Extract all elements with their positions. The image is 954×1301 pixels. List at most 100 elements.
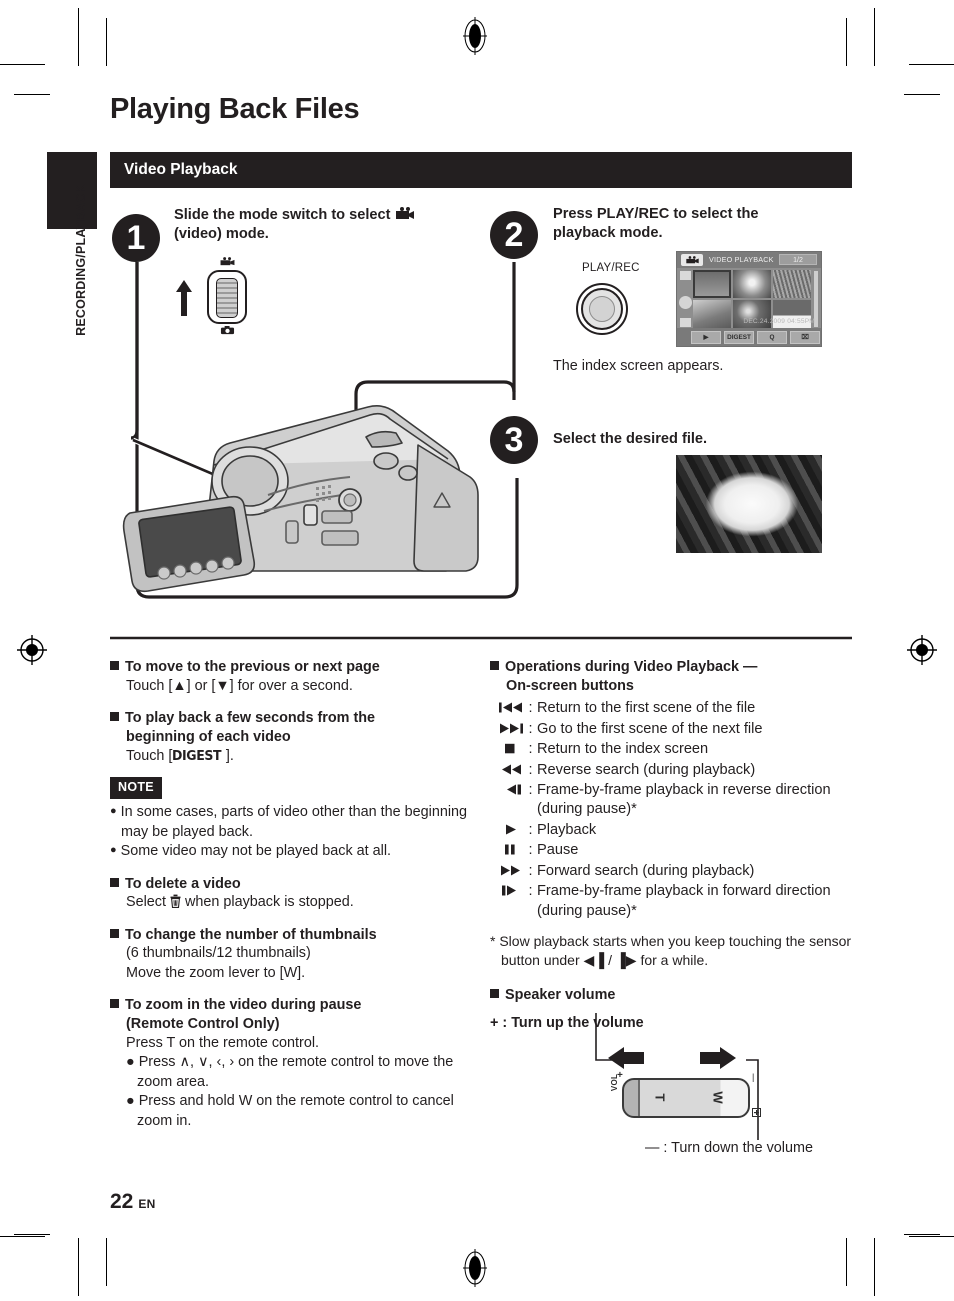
dot-bullet-icon: ● — [126, 1093, 135, 1110]
crop-mark — [14, 94, 50, 95]
chapter-tab-label: RECORDING/PLAYBACK — [74, 184, 88, 336]
block-heading: To change the number of thumbnails — [110, 926, 482, 945]
lcd-digest-button[interactable]: DIGEST — [724, 330, 754, 344]
operation-colon: : — [528, 741, 533, 758]
crop-mark — [846, 1238, 847, 1286]
square-bullet-icon — [110, 928, 119, 938]
slide-up-arrow-icon — [176, 280, 192, 316]
rewind-icon — [490, 761, 524, 779]
block-body: Touch [▲] or [▼] for over a second. — [126, 677, 353, 694]
operation-text: Return to the first scene of the file — [537, 700, 756, 717]
operation-colon: : — [528, 862, 533, 879]
operation-text: Go to the first scene of the next file — [537, 720, 763, 737]
mode-switch-photo-icon — [220, 326, 235, 335]
volume-up-text: + : Turn up the volume — [490, 1015, 644, 1032]
camcorder-illustration — [122, 405, 479, 593]
crop-mark — [909, 1236, 954, 1237]
manual-page: RECORDING/PLAYBACK Playing Back Files Vi… — [0, 0, 954, 1301]
lcd-timestamp: DEC.24.2009 04:55PM — [743, 318, 815, 325]
mode-switch-knob[interactable] — [216, 278, 238, 318]
note-item: ● In some cases, parts of video other th… — [110, 804, 468, 840]
operation-colon: : — [528, 720, 533, 737]
operation-row: : Frame-by-frame playback in reverse dir… — [490, 781, 856, 820]
lcd-arrow-up-icon[interactable] — [680, 271, 691, 280]
crop-mark — [904, 94, 940, 95]
block-body: Select when playback is stopped. — [126, 894, 354, 911]
lcd-delete-button[interactable]: ⌧ — [790, 330, 820, 344]
playrec-button-core — [589, 296, 615, 322]
crop-mark — [78, 8, 79, 66]
lcd-thumbnail[interactable] — [693, 270, 731, 298]
step-2-line2: playback mode. — [553, 225, 663, 242]
dot-bullet-icon: ● — [126, 1054, 135, 1071]
section-header-label: Video Playback — [124, 161, 238, 178]
skip-back-icon — [490, 699, 524, 717]
operation-colon: : — [528, 883, 533, 900]
lcd-video-mode-icon — [681, 254, 703, 266]
registration-mark-top — [463, 17, 487, 55]
page-language-code: EN — [138, 1197, 156, 1211]
note-item: ● Some video may not be played back at a… — [110, 843, 392, 860]
square-bullet-icon — [110, 661, 119, 670]
lcd-thumbnail[interactable] — [693, 300, 731, 328]
registration-mark-bottom — [463, 1249, 487, 1287]
square-bullet-icon — [110, 877, 119, 887]
note-block: NOTE ● In some cases, parts of video oth… — [110, 777, 482, 862]
crop-mark — [846, 18, 847, 66]
crop-mark — [909, 64, 954, 65]
operation-row: : Playback — [490, 821, 856, 840]
block-body-line1: (6 thumbnails/12 thumbnails) — [126, 945, 311, 962]
digest-token: DIGEST — [172, 747, 222, 764]
lcd-play-button[interactable]: ▶ — [691, 330, 721, 344]
lcd-arrow-down-icon[interactable] — [680, 318, 691, 327]
square-bullet-icon — [110, 999, 119, 1009]
operation-text: Return to the index screen — [537, 741, 709, 758]
lcd-thumbnail[interactable] — [773, 270, 811, 298]
skip-forward-icon — [490, 720, 524, 738]
operation-colon: : — [528, 782, 533, 799]
video-camera-icon — [395, 207, 414, 219]
lever-plus-label: + — [617, 1070, 623, 1081]
lcd-thumbnail[interactable] — [733, 270, 771, 298]
block-body: Touch [DIGEST]. — [126, 747, 234, 764]
operations-heading: Operations during Video Playback — On-sc… — [490, 658, 856, 695]
lever-w-label: W — [710, 1091, 726, 1104]
lcd-search-button[interactable]: Q — [757, 330, 787, 344]
lever-tick-top: | — [752, 1072, 755, 1082]
operation-text: Reverse search (during playback) — [537, 761, 756, 778]
note-badge: NOTE — [110, 777, 162, 800]
zoom-volume-lever: VOL + T W | — [600, 1060, 780, 1122]
block-heading: To delete a video — [110, 875, 482, 894]
step-2-badge: 2 — [490, 211, 538, 259]
block-body-line1: Press T on the remote control. — [126, 1034, 320, 1051]
registration-mark-left — [17, 635, 47, 665]
step-3-badge: 3 — [490, 416, 538, 464]
operation-colon: : — [528, 700, 533, 717]
square-bullet-icon — [490, 988, 499, 998]
lcd-page-indicator: 1/2 — [779, 254, 817, 265]
step-1-line2: (video) mode. — [174, 226, 269, 243]
left-text-column: To move to the previous or next page Tou… — [110, 658, 482, 1144]
frame-forward-icon — [490, 882, 524, 900]
step-2-caption: The index screen appears. — [553, 358, 724, 374]
lever-body[interactable]: T W — [622, 1078, 750, 1118]
step-3-text: Select the desired file. — [553, 430, 853, 449]
lever-divider — [638, 1080, 640, 1116]
operations-list: : Return to the first scene of the file … — [490, 699, 856, 920]
mode-switch-illustration — [176, 257, 251, 335]
block-delete-video: To delete a video Select when playback i… — [110, 875, 482, 913]
lcd-title: VIDEO PLAYBACK — [709, 255, 774, 264]
crop-mark — [874, 1238, 875, 1296]
block-digest-playback: To play back a few seconds from the begi… — [110, 709, 482, 766]
playrec-button[interactable] — [576, 283, 628, 335]
square-bullet-icon — [110, 712, 119, 722]
step-1-number: 1 — [126, 219, 146, 257]
operation-colon: : — [528, 821, 533, 838]
block-heading: To move to the previous or next page — [110, 658, 482, 677]
operation-row: : Frame-by-frame playback in forward dir… — [490, 882, 856, 921]
zoom-bullet: ● Press and hold W on the remote control… — [126, 1093, 454, 1129]
lcd-button-bar: ▶ DIGEST Q ⌧ — [677, 328, 821, 346]
right-text-column: Operations during Video Playback — On-sc… — [490, 658, 856, 1034]
page-title: Playing Back Files — [110, 93, 360, 125]
lcd-page-arrows[interactable] — [680, 271, 691, 281]
